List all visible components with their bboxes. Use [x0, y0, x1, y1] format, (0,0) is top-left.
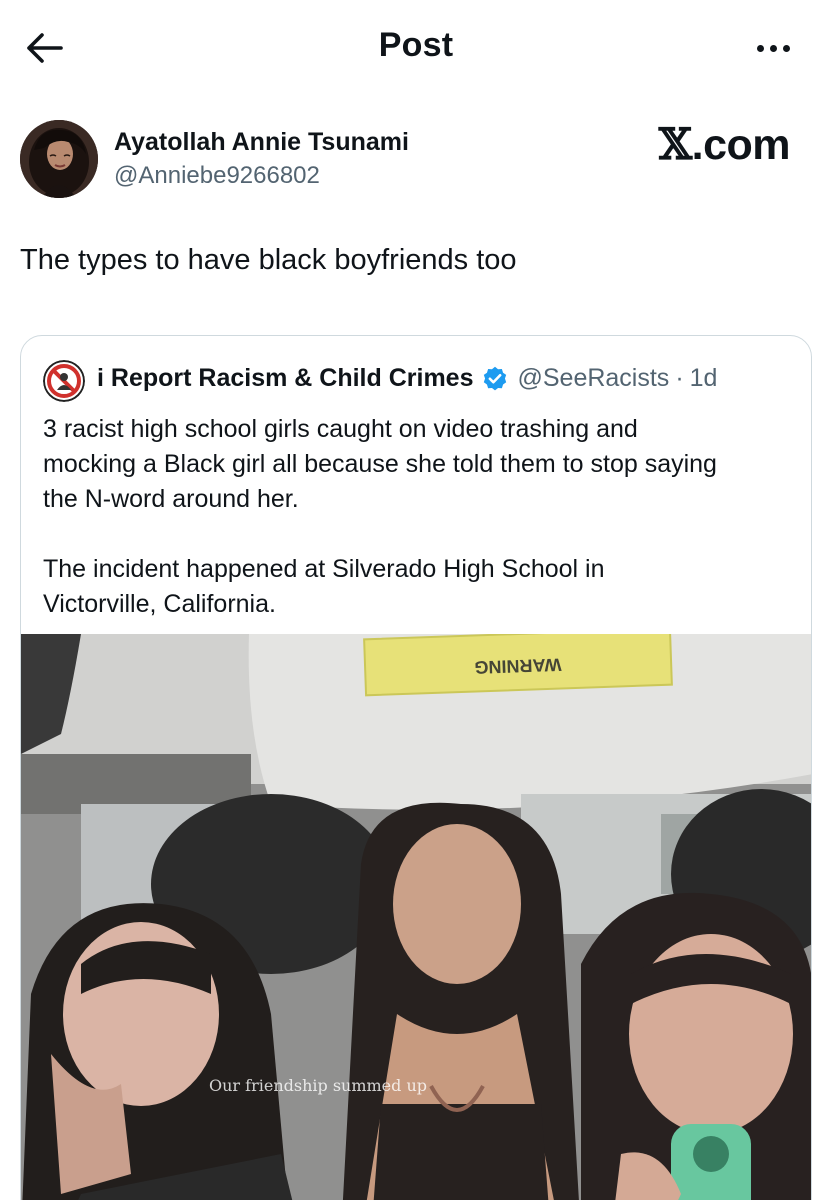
quoted-media-image[interactable]: WARNING Our friendship summed up	[21, 634, 811, 1200]
quoted-author-handle[interactable]: @SeeRacists	[517, 364, 669, 393]
page-title: Post	[378, 26, 454, 64]
watermark-text: .com	[691, 121, 791, 169]
quoted-post[interactable]: i Report Racism & Child Crimes @SeeRacis…	[20, 335, 812, 1200]
x-logo-icon: 𝕏	[658, 120, 692, 170]
author-avatar[interactable]	[20, 120, 98, 198]
meta-separator: ·	[675, 364, 684, 392]
top-bar: Post	[0, 0, 832, 100]
post-text: The types to have black boyfriends too	[20, 244, 517, 276]
author-handle[interactable]: @Anniebe9266802	[114, 162, 320, 190]
ellipsis-icon	[756, 44, 764, 52]
author-name[interactable]: Ayatollah Annie Tsunami	[114, 128, 409, 157]
quoted-timestamp[interactable]: 1d	[690, 364, 718, 393]
ellipsis-dot	[769, 44, 777, 52]
quoted-avatar[interactable]	[43, 360, 85, 402]
quoted-meta: i Report Racism & Child Crimes @SeeRacis…	[97, 364, 717, 393]
verified-badge-icon	[481, 365, 509, 393]
more-options-button[interactable]	[748, 30, 798, 66]
watermark: 𝕏.com	[658, 120, 791, 170]
video-caption: Our friendship summed up	[209, 1076, 428, 1095]
quoted-author-name[interactable]: i Report Racism & Child Crimes	[97, 364, 473, 393]
ellipsis-dot	[782, 44, 790, 52]
post-author: Ayatollah Annie Tsunami @Anniebe9266802 …	[20, 120, 812, 200]
quoted-text: 3 racist high school girls caught on vid…	[43, 415, 717, 618]
